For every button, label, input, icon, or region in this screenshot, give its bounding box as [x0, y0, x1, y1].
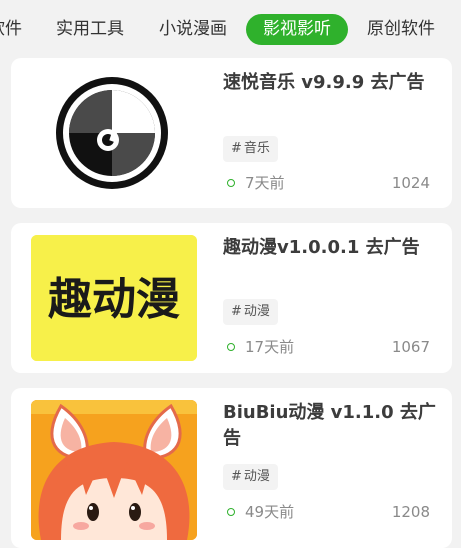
clock-dot-icon [227, 342, 235, 351]
time-label: 49天前 [245, 503, 295, 521]
list-item[interactable]: 趣动漫 趣动漫v1.0.0.1 去广告 # 动漫 17天前 1067 [11, 223, 452, 373]
tab-utilities[interactable]: 实用工具 [52, 14, 128, 45]
hash-icon: # [231, 304, 242, 319]
logo-text: 趣动漫 [48, 274, 180, 325]
item-tag[interactable]: # 音乐 [223, 136, 278, 162]
list-item[interactable]: 速悦音乐 v9.9.9 去广告 # 音乐 7天前 1024 [11, 58, 452, 208]
clock-dot-icon [227, 507, 235, 516]
item-time: 49天前 [227, 502, 294, 522]
tab-original-software[interactable]: 原创软件 [363, 14, 439, 45]
item-tag[interactable]: # 动漫 [223, 299, 278, 325]
time-label: 17天前 [245, 338, 295, 356]
tab-novels-comics[interactable]: 小说漫画 [155, 14, 231, 45]
item-time: 7天前 [227, 173, 285, 193]
item-time: 17天前 [227, 337, 294, 357]
item-count: 1024 [391, 174, 430, 192]
item-count: 1067 [391, 338, 430, 356]
hash-icon: # [231, 141, 242, 156]
hash-icon: # [231, 469, 242, 484]
item-title[interactable]: BiuBiu动漫 v1.1.0 去广告 [223, 400, 438, 452]
vinyl-music-logo-icon [31, 70, 197, 196]
time-label: 7天前 [245, 174, 285, 192]
tab-software[interactable]: 软件 [0, 14, 22, 45]
item-count: 1208 [391, 503, 430, 521]
item-title[interactable]: 速悦音乐 v9.9.9 去广告 [223, 70, 438, 96]
tag-label: 动漫 [243, 469, 270, 484]
item-title[interactable]: 趣动漫v1.0.0.1 去广告 [223, 235, 438, 261]
tab-film-audio[interactable]: 影视影听 [246, 14, 348, 45]
category-tabs: 软件 实用工具 小说漫画 影视影听 原创软件 [0, 0, 461, 56]
list-item[interactable]: BiuBiu动漫 v1.1.0 去广告 # 动漫 49天前 1208 [11, 388, 452, 548]
tag-label: 音乐 [243, 141, 270, 156]
tag-label: 动漫 [243, 304, 270, 319]
anime-bunny-girl-logo-icon [31, 400, 197, 540]
item-tag[interactable]: # 动漫 [223, 464, 278, 490]
clock-dot-icon [227, 178, 235, 187]
qudongman-logo-icon: 趣动漫 [31, 235, 197, 361]
